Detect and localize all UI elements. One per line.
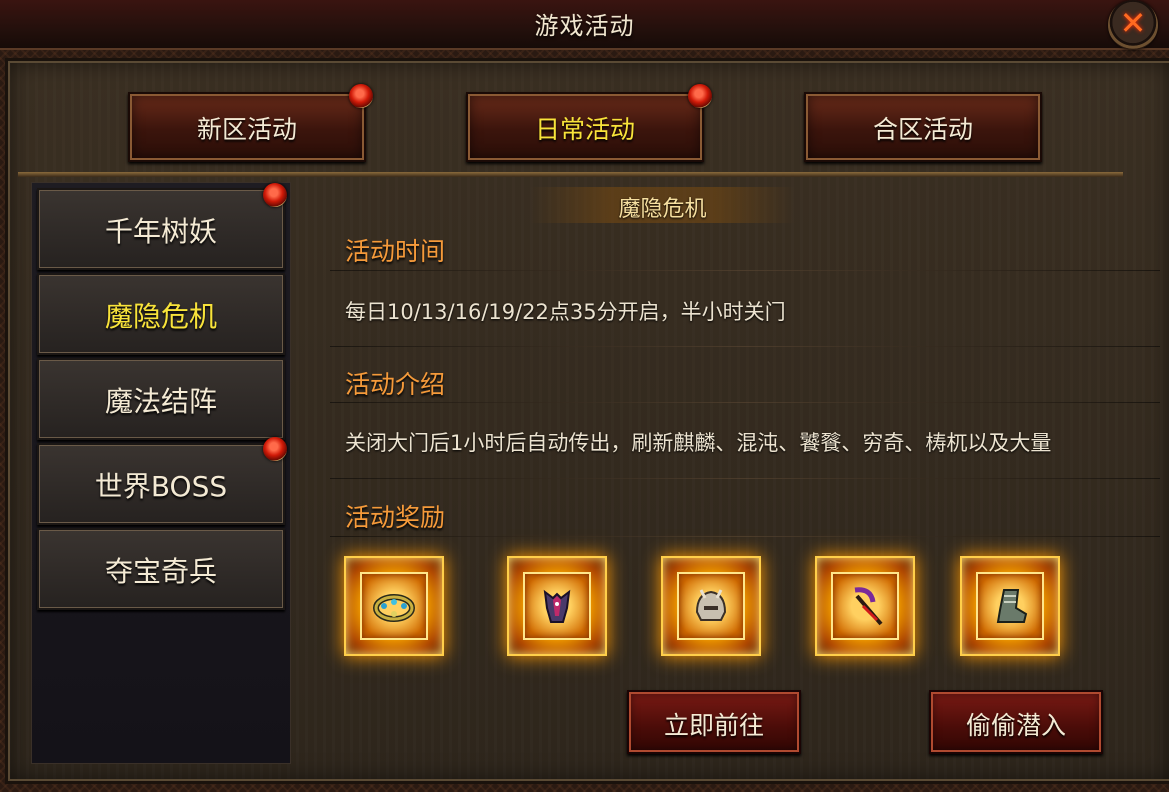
list-item-thousand-year-tree[interactable]: 千年树妖 (37, 188, 285, 270)
tab-divider (18, 172, 1123, 177)
go-now-label: 立即前往 (663, 711, 764, 740)
list-item-demon-crisis[interactable]: 魔隐危机 (37, 273, 285, 355)
reward-frame (976, 572, 1044, 640)
scythe-weapon-icon (854, 587, 883, 626)
boots-icon (996, 589, 1028, 623)
tab-label: 日常活动 (534, 115, 635, 144)
sneak-in-label: 偷偷潜入 (965, 711, 1066, 740)
tab-new-server[interactable]: 新区活动 (128, 92, 366, 162)
tab-daily-badge (688, 84, 712, 108)
list-item-magic-formation[interactable]: 魔法结阵 (37, 358, 285, 440)
section-divider (330, 536, 1160, 537)
reward-slot-5[interactable] (960, 556, 1060, 656)
reward-slot-4[interactable] (815, 556, 915, 656)
game-window-frame: 游戏活动 ✕ 新区活动 日常活动 合区活动 千年树妖 魔隐危机 魔法结阵 世界B… (0, 0, 1169, 792)
tab-merged-server[interactable]: 合区活动 (804, 92, 1042, 162)
section-divider (330, 270, 1160, 271)
intro-heading: 活动介绍 (345, 370, 446, 399)
list-item-label: 魔法结阵 (104, 385, 217, 418)
list-item-thousand-year-tree-badge (263, 183, 287, 207)
helmet-icon (695, 589, 727, 621)
title-bar: 游戏活动 (0, 0, 1169, 50)
tab-new-server-badge (349, 84, 373, 108)
list-item-label: 世界BOSS (94, 470, 228, 503)
time-text: 每日10/13/16/19/22点35分开启，半小时关门 (345, 300, 786, 324)
list-item-world-boss-badge (263, 437, 287, 461)
purple-armor-icon (543, 589, 571, 623)
reward-slot-3[interactable] (661, 556, 761, 656)
reward-heading: 活动奖励 (345, 503, 446, 532)
reward-frame (831, 572, 899, 640)
list-item-treasure-raider[interactable]: 夺宝奇兵 (37, 528, 285, 610)
list-item-label: 千年树妖 (104, 215, 217, 248)
list-item-label: 魔隐危机 (104, 300, 217, 333)
go-now-button[interactable]: 立即前往 (627, 690, 801, 754)
reward-slot-1[interactable] (344, 556, 444, 656)
jeweled-ring-icon (373, 594, 415, 622)
window-title: 游戏活动 (534, 12, 635, 40)
section-divider (330, 346, 1160, 347)
section-divider (330, 402, 1160, 403)
content-title: 魔隐危机 (618, 197, 707, 222)
intro-text: 关闭大门后1小时后自动传出，刷新麒麟、混沌、饕餮、穷奇、梼杌以及大量 (345, 431, 1052, 455)
tab-label: 新区活动 (196, 115, 297, 144)
reward-frame (360, 572, 428, 640)
sneak-in-button[interactable]: 偷偷潜入 (929, 690, 1103, 754)
tab-label: 合区活动 (872, 115, 973, 144)
reward-frame (523, 572, 591, 640)
activity-list: 千年树妖 魔隐危机 魔法结阵 世界BOSS 夺宝奇兵 (31, 182, 291, 764)
reward-slot-2[interactable] (507, 556, 607, 656)
tab-daily[interactable]: 日常活动 (466, 92, 704, 162)
reward-frame (677, 572, 745, 640)
list-item-label: 夺宝奇兵 (104, 555, 217, 588)
section-divider (330, 478, 1160, 479)
time-heading: 活动时间 (345, 237, 446, 266)
list-item-world-boss[interactable]: 世界BOSS (37, 443, 285, 525)
close-icon: ✕ (1119, 4, 1147, 42)
close-button[interactable]: ✕ (1108, 0, 1158, 50)
